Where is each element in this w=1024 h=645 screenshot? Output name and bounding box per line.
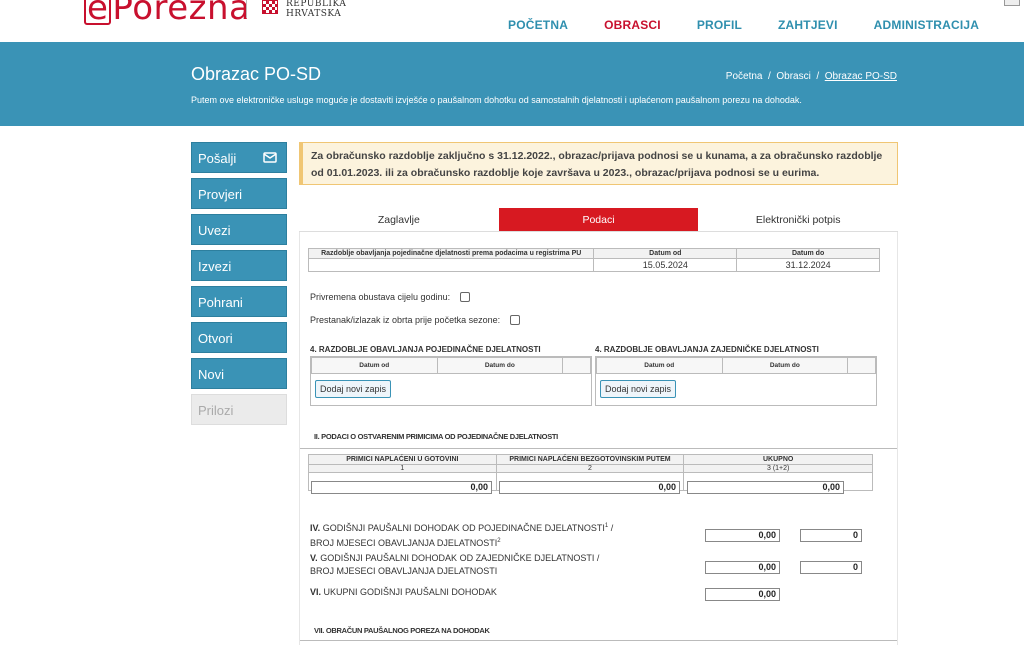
section2-title: II. PODACI O OSTVARENIM PRIMICIMA OD POJ…	[314, 432, 558, 441]
new-button[interactable]: Novi	[191, 358, 287, 389]
row-vi-label: VI. UKUPNI GODIŠNJI PAUŠALNI DOHODAK	[310, 587, 497, 597]
period-to-value: 31.12.2024	[736, 258, 880, 272]
individual-add-record-button[interactable]: Dodaj novi zapis	[315, 380, 392, 398]
republic-label: REPUBLIKA HRVATSKA	[286, 0, 347, 19]
page-subtitle: Putem ove elektroničke usluge moguće je …	[191, 95, 802, 105]
receipts-col-cash: PRIMICI NAPLAĆENI U GOTOVINI	[308, 454, 497, 465]
section7-title: VII. OBRAČUN PAUŠALNOG POREZA NA DOHODAK	[314, 626, 490, 635]
logo-divider	[246, 0, 247, 18]
period-table: Razdoblje obavljanja pojedinačne djelatn…	[307, 248, 880, 272]
section2-divider	[300, 448, 897, 449]
page-title: Obrazac PO-SD	[191, 64, 322, 84]
individual-col-action	[562, 357, 591, 374]
receipts-total-input[interactable]: 0,00	[687, 481, 844, 494]
breadcrumb-home[interactable]: Početna	[726, 71, 763, 82]
envelope-send-icon	[263, 152, 277, 163]
main-nav: POČETNA OBRASCI PROFIL ZAHTJEVI ADMINIST…	[490, 14, 997, 44]
receipts-cash-input[interactable]: 0,00	[311, 481, 492, 494]
currency-notice: Za obračunsko razdoblje zaključno s 31.1…	[299, 142, 898, 185]
import-button[interactable]: Uvezi	[191, 214, 287, 245]
individual-period-table: Datum od Datum do	[311, 357, 591, 374]
attachments-button[interactable]: Prilozi	[191, 394, 287, 425]
form-body: Razdoblje obavljanja pojedinačne djelatn…	[299, 232, 898, 645]
suspension-checkbox[interactable]	[460, 292, 471, 302]
individual-period-title: 4. RAZDOBLJE OBAVLJANJA POJEDINAČNE DJEL…	[310, 345, 541, 354]
open-button[interactable]: Otvori	[191, 322, 287, 353]
nav-obrasci[interactable]: OBRASCI	[586, 14, 679, 44]
row-vi-income-input[interactable]: 0,00	[705, 588, 780, 601]
period-from-value: 15.05.2024	[593, 258, 738, 272]
nav-profil[interactable]: PROFIL	[679, 14, 760, 44]
breadcrumb-current[interactable]: Obrazac PO-SD	[825, 71, 897, 82]
individual-col-from: Datum od	[311, 357, 438, 374]
breadcrumb-forms[interactable]: Obrasci	[776, 71, 810, 82]
page-banner: Obrazac PO-SD Putem ove elektroničke usl…	[0, 42, 1024, 126]
eporezna-logo[interactable]: e Porezna	[84, 0, 250, 28]
period-desc-cell	[307, 258, 595, 272]
termination-row: Prestanak/izlazak iz obrta prije početka…	[310, 315, 521, 325]
row-v-income-input[interactable]: 0,00	[705, 561, 780, 574]
individual-col-to: Datum do	[436, 357, 564, 374]
send-button[interactable]: Pošalji	[191, 142, 287, 173]
action-sidebar: Pošalji Provjeri Uvezi Izvezi Pohrani Ot…	[191, 142, 287, 430]
save-button[interactable]: Pohrani	[191, 286, 287, 317]
receipts-col-noncash: PRIMICI NAPLAĆENI BEZGOTOVINSKIM PUTEM	[495, 454, 685, 465]
nav-zahtjevi[interactable]: ZAHTJEVI	[760, 14, 856, 44]
joint-col-action	[847, 357, 876, 374]
nav-pocetna[interactable]: POČETNA	[490, 14, 586, 44]
croatia-crest-icon	[262, 0, 278, 14]
joint-add-record-button[interactable]: Dodaj novi zapis	[600, 380, 677, 398]
section7-divider	[300, 640, 897, 641]
suspension-row: Privremena obustava cijelu godinu:	[310, 292, 471, 302]
joint-col-from: Datum od	[596, 357, 723, 374]
row-iv-months-input[interactable]: 0	[800, 529, 862, 542]
receipts-noncash-input[interactable]: 0,00	[499, 481, 680, 494]
row-v-label: V. GODIŠNJI PAUŠALNI DOHODAK OD ZAJEDNIČ…	[310, 553, 600, 576]
joint-col-to: Datum do	[721, 357, 849, 374]
breadcrumb: Početna / Obrasci / Obrazac PO-SD	[725, 71, 897, 82]
tab-header[interactable]: Zaglavlje	[299, 208, 499, 231]
top-header: e Porezna REPUBLIKA HRVATSKA POČETNA OBRA…	[0, 0, 1024, 44]
row-iv-income-input[interactable]: 0,00	[705, 529, 780, 542]
row-v-months-input[interactable]: 0	[800, 561, 862, 574]
termination-label: Prestanak/izlazak iz obrta prije početka…	[310, 315, 501, 325]
receipts-col-total: UKUPNO	[683, 454, 873, 465]
period-col-from: Datum od	[593, 248, 738, 259]
tab-e-signature[interactable]: Elektronički potpis	[698, 208, 898, 231]
joint-period-table: Datum od Datum do	[596, 357, 876, 374]
joint-period-box: Datum od Datum do Dodaj novi zapis	[595, 356, 877, 406]
row-iv-label: IV. GODIŠNJI PAUŠALNI DOHODAK OD POJEDIN…	[310, 523, 614, 548]
period-col-desc: Razdoblje obavljanja pojedinačne djelatn…	[307, 248, 595, 259]
suspension-label: Privremena obustava cijelu godinu:	[310, 292, 451, 302]
termination-checkbox[interactable]	[510, 315, 521, 325]
export-button[interactable]: Izvezi	[191, 250, 287, 281]
individual-period-box: Datum od Datum do Dodaj novi zapis	[310, 356, 592, 406]
tab-data[interactable]: Podaci	[498, 208, 699, 231]
nav-administracija[interactable]: ADMINISTRACIJA	[856, 14, 997, 44]
joint-period-title: 4. RAZDOBLJE OBAVLJANJA ZAJEDNIČKE DJELA…	[595, 345, 819, 354]
check-button[interactable]: Provjeri	[191, 178, 287, 209]
menu-icon[interactable]	[1004, 0, 1020, 6]
period-col-to: Datum do	[736, 248, 880, 259]
form-tabs: Zaglavlje Podaci Elektronički potpis	[299, 208, 898, 232]
